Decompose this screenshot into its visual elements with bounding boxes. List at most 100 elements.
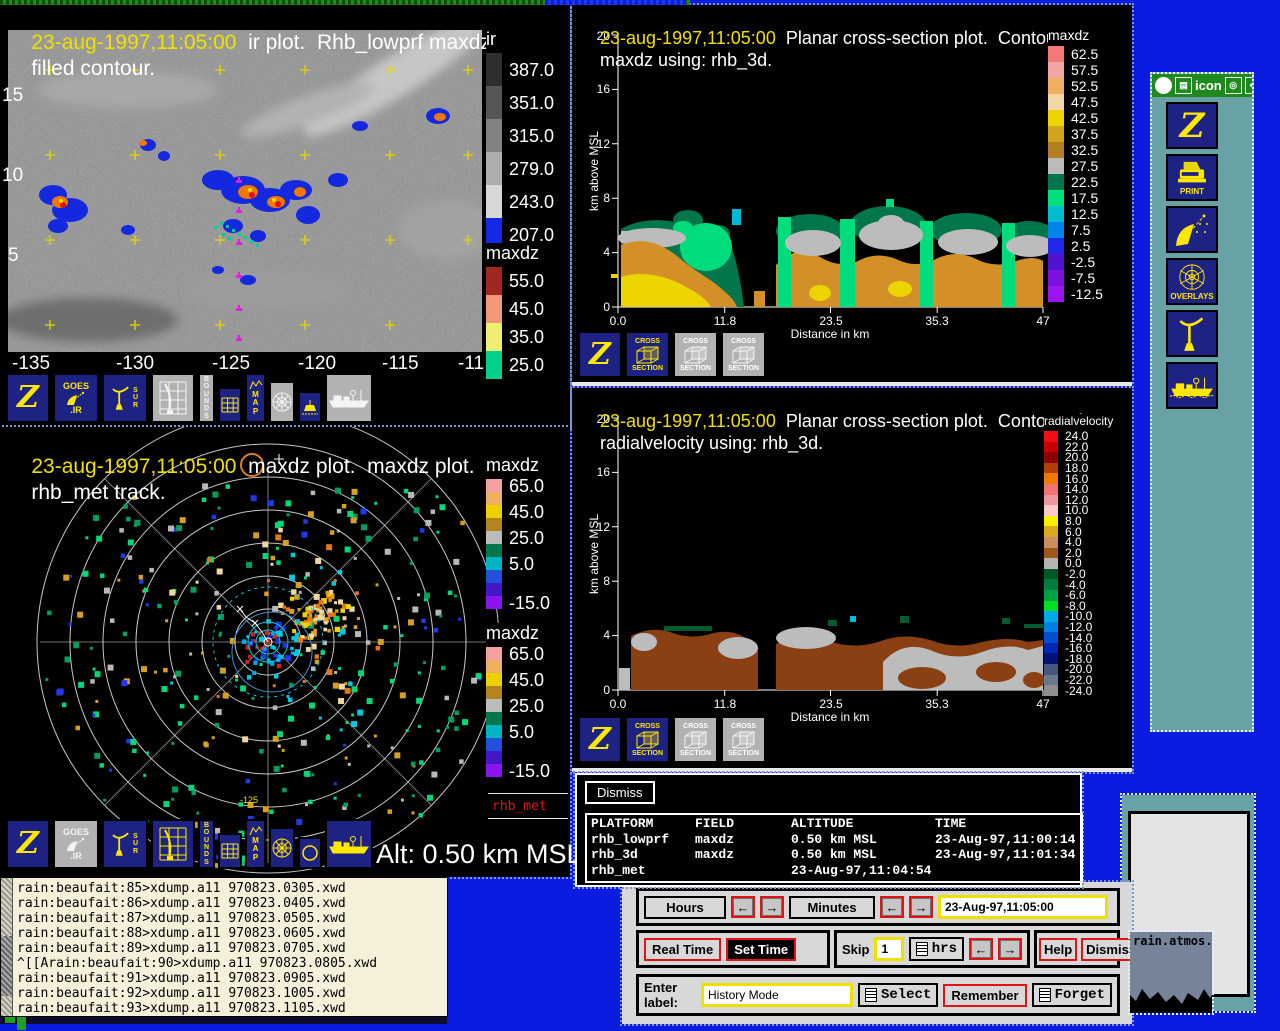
overlays-scope-button[interactable] xyxy=(269,381,295,423)
terminal-line: rain:beaufait:91>xdump.a11 970823.0905.x… xyxy=(17,971,377,986)
circle-button[interactable] xyxy=(298,837,322,869)
platform-status-table: PLATFORMFIELDALTITUDETIMErhb_lowprfmaxdz… xyxy=(585,813,1083,883)
colorbar-entry: 387.0 xyxy=(486,53,554,86)
select-button[interactable]: Select xyxy=(858,983,938,1007)
zebra-button[interactable]: Z xyxy=(6,373,50,423)
goes-label: GOES xyxy=(63,382,89,391)
menu-icon xyxy=(865,988,877,1002)
window-menu-icon[interactable] xyxy=(1155,77,1172,94)
terminal-window[interactable]: rain:beaufait:85>xdump.a11 970823.0305.x… xyxy=(0,877,448,1017)
skip-back-button[interactable]: ← xyxy=(969,938,993,960)
grid-button[interactable] xyxy=(218,833,242,869)
colorbar-entry: 7.5 xyxy=(1048,222,1103,238)
window-target-icon[interactable]: ◎ xyxy=(1225,77,1242,94)
zebra-z-icon: Z xyxy=(589,340,611,370)
right-arrow-icon: → xyxy=(915,900,928,915)
window-list-icon[interactable]: ▤ xyxy=(1175,77,1192,94)
map-button[interactable]: MAP xyxy=(245,373,266,423)
forget-button[interactable]: Forget xyxy=(1032,983,1112,1007)
print-label: PRINT xyxy=(1180,188,1204,196)
hours-button[interactable]: Hours xyxy=(644,896,726,919)
buoy-button[interactable] xyxy=(298,391,322,423)
ship-button[interactable] xyxy=(325,819,373,869)
cube-icon xyxy=(731,730,757,750)
right-arrow-icon: → xyxy=(766,900,779,915)
colorbar-entry: 315.0 xyxy=(486,119,554,152)
overlays-button[interactable]: OVERLAYS xyxy=(1166,258,1218,305)
zebra-button[interactable]: Z xyxy=(6,819,50,869)
legend-divider xyxy=(488,818,568,819)
ship-icon xyxy=(328,387,370,409)
zebra-button[interactable]: Z xyxy=(578,331,622,378)
goes-ir-button[interactable]: GOES .IR xyxy=(53,373,99,423)
grid-antenna-button[interactable] xyxy=(151,819,195,869)
antenna-button[interactable] xyxy=(1166,310,1218,357)
set-time-button[interactable]: Set Time xyxy=(726,938,796,961)
radar-antenna-icon xyxy=(112,831,130,857)
skip-forward-button[interactable]: → xyxy=(998,938,1022,960)
dismiss-button[interactable]: Dismiss xyxy=(585,781,655,804)
remember-button[interactable]: Remember xyxy=(943,984,1026,1007)
surveillance-button[interactable]: SUR xyxy=(102,819,148,869)
cross-section-button[interactable]: CROSS SECTION xyxy=(673,716,718,763)
icon-toolbar-titlebar[interactable]: ▤ icon ◎ ↵ xyxy=(1152,74,1252,97)
radar-scope-icon xyxy=(271,391,293,413)
print-button[interactable]: PRINT xyxy=(1166,154,1218,201)
map-button[interactable]: MAP xyxy=(245,819,266,869)
goes-label: GOES xyxy=(63,828,89,837)
bounds-button[interactable]: BOUNDS xyxy=(198,819,215,869)
window-restore-icon[interactable]: ↵ xyxy=(1245,77,1252,94)
svg-text:8: 8 xyxy=(603,191,610,205)
legend-divider xyxy=(488,793,568,794)
goes-ir-button[interactable]: GOES .IR xyxy=(53,819,99,869)
help-button[interactable]: Help xyxy=(1039,938,1077,961)
grid-button[interactable] xyxy=(218,387,242,423)
grid-antenna-button[interactable] xyxy=(151,373,195,423)
xs1-contours xyxy=(611,199,1055,307)
radar-antenna-icon xyxy=(1179,317,1205,351)
colorbar-entry: 25.0 xyxy=(486,699,550,712)
satellite-button[interactable] xyxy=(1166,206,1218,253)
cross-section-button[interactable]: CROSS SECTION xyxy=(673,331,718,378)
skip-input[interactable]: 1 xyxy=(874,937,903,961)
surveillance-button[interactable]: SUR xyxy=(102,373,148,423)
minutes-button[interactable]: Minutes xyxy=(789,896,875,919)
minutes-forward-button[interactable]: → xyxy=(909,896,933,918)
bounds-button[interactable]: BOUNDS xyxy=(198,373,215,423)
rain-atmos-window[interactable]: rain.atmos. xyxy=(1130,932,1212,1013)
ir-x-tick: -11 xyxy=(458,353,484,375)
hours-back-button[interactable]: ← xyxy=(731,896,755,918)
terminal-scrollbar[interactable] xyxy=(1,878,13,1016)
colorbar-label: maxdz xyxy=(486,243,544,264)
time-input[interactable]: 23-Aug-97,11:05:00 xyxy=(938,895,1108,919)
terminal-line: rain:beaufait:87>xdump.a11 970823.0505.x… xyxy=(17,911,377,926)
zebra-main-button[interactable]: Z xyxy=(1166,102,1218,149)
ship-button[interactable] xyxy=(325,373,373,423)
ship-platform-button[interactable] xyxy=(1166,362,1218,409)
zebra-z-icon: Z xyxy=(589,725,611,755)
terminal-scrollbar-thumb[interactable] xyxy=(1,936,12,996)
svg-text:23.5: 23.5 xyxy=(819,697,843,711)
cross-section-button[interactable]: CROSS SECTION xyxy=(721,331,766,378)
hours-forward-button[interactable]: → xyxy=(760,896,784,918)
ir-x-tick: -120 xyxy=(298,353,336,375)
ppi-title-line2: rhb_met track. xyxy=(31,481,165,504)
overlays-scope-button[interactable] xyxy=(269,827,295,869)
units-menu-button[interactable]: hrs xyxy=(909,937,964,961)
label-input[interactable]: History Mode xyxy=(701,983,853,1007)
colorbar-entry: 55.0 xyxy=(486,267,544,295)
cross-section-button-active[interactable]: CROSS SECTION xyxy=(625,331,670,378)
minutes-back-button[interactable]: ← xyxy=(880,896,904,918)
terminal-line: rain:beaufait:93>xdump.a11 970823.1105.x… xyxy=(17,1001,377,1016)
colorbar-entry: 65.0 xyxy=(486,647,550,660)
cross-section-button-active[interactable]: CROSS SECTION xyxy=(625,716,670,763)
cross-section-button[interactable]: CROSS SECTION xyxy=(721,716,766,763)
grid-icon xyxy=(221,843,239,859)
left-arrow-icon: ← xyxy=(737,900,750,915)
sur-label: SUR xyxy=(133,833,138,855)
radar-scope-icon xyxy=(271,837,293,859)
colorbar-entry: 22.5 xyxy=(1048,174,1103,190)
real-time-button[interactable]: Real Time xyxy=(644,938,721,961)
xs2-xlabel: Distance in km xyxy=(791,710,870,722)
zebra-button[interactable]: Z xyxy=(578,716,622,763)
